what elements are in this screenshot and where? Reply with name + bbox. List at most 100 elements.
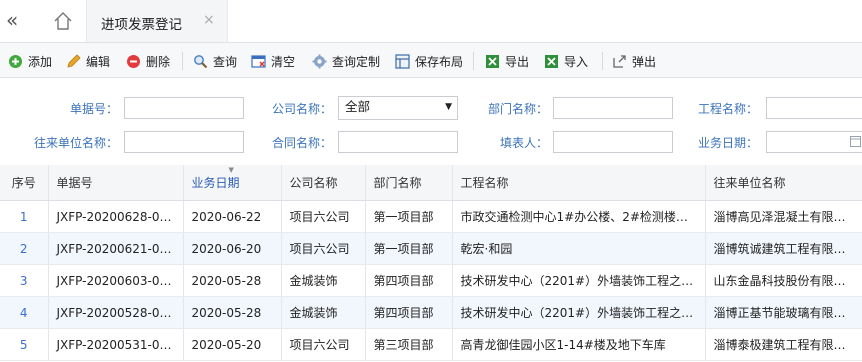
save-layout-label: 保存布局 xyxy=(415,54,464,69)
tab-invoice-registration[interactable]: 进项发票登记 × xyxy=(86,0,228,42)
popout-icon xyxy=(612,54,627,69)
calendar-icon[interactable] xyxy=(850,133,861,153)
row-index: 1 xyxy=(0,200,49,233)
column-header-index[interactable]: 序号 xyxy=(0,165,49,201)
home-icon[interactable] xyxy=(48,8,78,34)
row-index: 2 xyxy=(0,232,49,265)
row-index: 4 xyxy=(0,296,49,329)
import-button[interactable]: 导入 xyxy=(544,52,588,70)
cell-biz-date: 2020-05-20 xyxy=(183,328,282,361)
search-label: 查询 xyxy=(213,54,238,69)
row-index: 5 xyxy=(0,328,49,361)
cell-bill-no: JXFP-20200628-001 xyxy=(48,200,184,233)
table-row[interactable]: 1 JXFP-20200628-001 2020-06-22 项目六公司 第一项… xyxy=(0,200,862,233)
excel-export-icon xyxy=(485,54,500,69)
table-row[interactable]: 5 JXFP-20200531-001 2020-05-20 项目六公司 第三项… xyxy=(0,328,862,361)
column-header-partner[interactable]: 往来单位名称 xyxy=(705,165,862,201)
chevron-down-icon: ▼ xyxy=(445,102,452,112)
bizdate-input[interactable] xyxy=(766,131,862,153)
cell-bill-no: JXFP-20200603-001 xyxy=(48,264,184,297)
clear-button[interactable]: 清空 xyxy=(251,52,295,70)
contract-label: 合同名称： xyxy=(271,136,332,150)
table-row[interactable]: 4 JXFP-20200528-001 2020-05-28 金城装饰 第四项目… xyxy=(0,296,862,329)
cell-dept: 第四项目部 xyxy=(365,264,453,297)
toolbar-divider xyxy=(182,52,183,70)
company-label: 公司名称： xyxy=(271,102,332,116)
table-row[interactable]: 2 JXFP-20200621-001 2020-06-20 项目六公司 第一项… xyxy=(0,232,862,265)
cell-company: 项目六公司 xyxy=(281,200,366,233)
search-icon xyxy=(193,54,208,69)
clear-icon xyxy=(251,54,266,69)
delete-label: 删除 xyxy=(146,54,171,69)
cell-project: 高青龙御佳园小区1-14#楼及地下车库 xyxy=(452,328,706,361)
dept-input[interactable] xyxy=(553,97,673,119)
cell-bill-no: JXFP-20200528-001 xyxy=(48,296,184,329)
cell-partner: 淄博高见泽混凝土有限… xyxy=(705,200,862,233)
column-header-project[interactable]: 工程名称 xyxy=(452,165,706,201)
cell-project: 市政交通检测中心1#办公楼、2#检测楼、… xyxy=(452,200,706,233)
popout-label: 弹出 xyxy=(632,54,657,69)
project-input[interactable] xyxy=(766,97,862,119)
column-header-company[interactable]: 公司名称 xyxy=(281,165,366,201)
add-label: 添加 xyxy=(28,54,53,69)
partner-label: 往来单位名称： xyxy=(33,136,118,150)
cell-partner: 淄博正基节能玻璃有限… xyxy=(705,296,862,329)
delete-button[interactable]: 删除 xyxy=(126,52,170,70)
cell-company: 项目六公司 xyxy=(281,232,366,265)
column-header-dept[interactable]: 部门名称 xyxy=(365,165,453,201)
cell-company: 金城装饰 xyxy=(281,264,366,297)
layout-icon xyxy=(395,53,410,69)
dept-label: 部门名称： xyxy=(487,102,548,116)
clear-label: 清空 xyxy=(271,54,296,69)
cell-partner: 淄博泰极建筑工程有限… xyxy=(705,328,862,361)
import-label: 导入 xyxy=(564,54,589,69)
cell-dept: 第四项目部 xyxy=(365,296,453,329)
cell-company: 项目六公司 xyxy=(281,328,366,361)
tab-label: 进项发票登记 xyxy=(101,17,182,33)
export-label: 导出 xyxy=(505,54,530,69)
cell-bill-no: JXFP-20200531-001 xyxy=(48,328,184,361)
cell-dept: 第一项目部 xyxy=(365,232,453,265)
edit-label: 编辑 xyxy=(86,54,111,69)
cell-dept: 第一项目部 xyxy=(365,200,453,233)
search-button[interactable]: 查询 xyxy=(193,52,237,70)
bizdate-label: 业务日期： xyxy=(697,136,758,150)
company-select[interactable]: 全部 ▼ xyxy=(338,96,458,120)
excel-import-icon xyxy=(544,54,559,69)
cell-dept: 第三项目部 xyxy=(365,328,453,361)
company-selected-value: 全部 xyxy=(345,99,371,114)
add-circle-icon xyxy=(8,54,23,69)
close-icon[interactable]: × xyxy=(203,12,215,28)
bill-no-label: 单据号： xyxy=(69,102,118,116)
custom-query-button[interactable]: 查询定制 xyxy=(312,52,380,70)
table-row[interactable]: 3 JXFP-20200603-001 2020-05-28 金城装饰 第四项目… xyxy=(0,264,862,297)
popout-button[interactable]: 弹出 xyxy=(612,52,656,70)
bill-no-input[interactable] xyxy=(124,97,244,119)
cell-bill-no: JXFP-20200621-001 xyxy=(48,232,184,265)
project-label: 工程名称： xyxy=(697,102,758,116)
edit-button[interactable]: 编辑 xyxy=(66,52,110,70)
custom-query-label: 查询定制 xyxy=(332,54,381,69)
add-button[interactable]: 添加 xyxy=(8,52,52,70)
cell-biz-date: 2020-06-22 xyxy=(183,200,282,233)
pencil-icon xyxy=(66,53,81,69)
save-layout-button[interactable]: 保存布局 xyxy=(395,52,463,70)
collapse-sidebar-icon[interactable]: « xyxy=(6,10,32,32)
sort-indicator-icon: ▼ xyxy=(228,166,234,174)
contract-input[interactable] xyxy=(338,131,458,153)
column-header-bill-no[interactable]: 单据号 xyxy=(48,165,184,201)
column-header-biz-date[interactable]: ▼ 业务日期 xyxy=(183,165,282,201)
row-index: 3 xyxy=(0,264,49,297)
biz-date-header-label: 业务日期 xyxy=(191,176,240,190)
filler-label: 填表人： xyxy=(499,136,548,150)
partner-input[interactable] xyxy=(124,131,244,153)
cell-company: 金城装饰 xyxy=(281,296,366,329)
tab-bar: « 进项发票登记 × xyxy=(0,0,862,43)
cell-project: 技术研发中心（2201#）外墙装饰工程之… xyxy=(452,296,706,329)
toolbar: 添加 编辑 删除 查询 清空 查询定制 保存布局 导出 导入 弹出 xyxy=(0,43,862,78)
filler-input[interactable] xyxy=(553,131,673,153)
export-button[interactable]: 导出 xyxy=(485,52,529,70)
cell-project: 乾宏·和园 xyxy=(452,232,706,265)
cell-biz-date: 2020-05-28 xyxy=(183,264,282,297)
gear-icon xyxy=(312,54,327,69)
